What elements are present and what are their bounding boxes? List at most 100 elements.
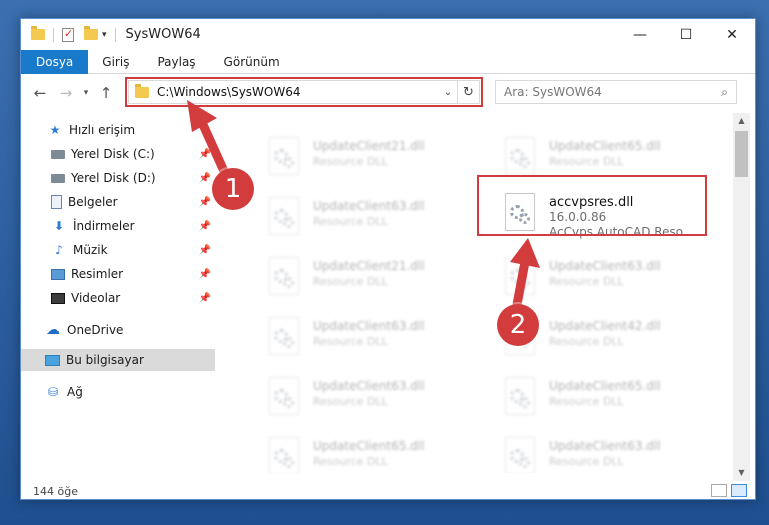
quick-access-separator	[53, 27, 54, 42]
dll-file-icon	[265, 375, 305, 419]
sidebar-item-label: Belgeler	[68, 195, 118, 209]
file-name: UpdateClient63.dll	[549, 439, 661, 453]
file-meta: UpdateClient21.dll Resource DLL	[313, 255, 425, 289]
address-bar-highlight	[125, 77, 483, 107]
file-list: UpdateClient21.dll Resource DLL UpdateClie…	[217, 113, 733, 473]
pin-icon: 📌	[198, 220, 211, 232]
sidebar-item-label: Yerel Disk (C:)	[71, 147, 155, 161]
drive-icon	[51, 149, 65, 159]
file-item[interactable]: UpdateClient63.dll Resource DLL	[265, 195, 465, 247]
file-item[interactable]: UpdateClient63.dll Resource DLL	[265, 375, 465, 427]
file-name: UpdateClient63.dll	[313, 319, 425, 333]
downloads-icon: ⬇	[53, 219, 65, 233]
file-item[interactable]: UpdateClient65.dll Resource DLL	[265, 435, 465, 473]
file-item[interactable]: UpdateClient63.dll Resource DLL	[501, 255, 701, 307]
tab-view[interactable]: Görünüm	[210, 50, 294, 74]
file-item[interactable]: UpdateClient21.dll Resource DLL	[265, 255, 465, 307]
drive-icon	[51, 173, 65, 183]
item-count: 144 öğe	[33, 484, 78, 498]
file-meta: UpdateClient65.dll Resource DLL	[549, 375, 661, 409]
sidebar-item-label: Resimler	[71, 267, 124, 281]
sidebar-item-onedrive[interactable]: ☁ OneDrive	[21, 319, 215, 341]
sidebar-item-this-pc[interactable]: Bu bilgisayar	[21, 349, 215, 371]
new-folder-icon[interactable]	[84, 26, 98, 40]
title-bar: ▾ SysWOW64 — ☐ ✕	[21, 19, 755, 50]
sidebar-item-documents[interactable]: Belgeler 📌	[21, 191, 215, 213]
pin-icon: 📌	[198, 268, 211, 280]
pin-icon: 📌	[198, 292, 211, 304]
properties-check-icon[interactable]	[62, 27, 74, 42]
file-item[interactable]: UpdateClient65.dll Resource DLL	[501, 375, 701, 427]
onedrive-cloud-icon: ☁	[46, 322, 60, 338]
sidebar-item-label: Yerel Disk (D:)	[71, 171, 156, 185]
back-arrow-icon[interactable]: ←	[27, 84, 53, 102]
music-icon: ♪	[55, 243, 63, 257]
file-type: Resource DLL	[313, 155, 388, 168]
sidebar-item-pictures[interactable]: Resimler 📌	[21, 263, 215, 285]
vertical-scrollbar[interactable]: ▲ ▼	[733, 113, 750, 481]
file-meta: UpdateClient63.dll Resource DLL	[313, 315, 425, 349]
scroll-thumb[interactable]	[735, 131, 748, 177]
file-name: UpdateClient21.dll	[313, 139, 425, 153]
sidebar-item-label: Videolar	[71, 291, 121, 305]
details-view-icon[interactable]	[711, 484, 727, 497]
file-meta: UpdateClient63.dll Resource DLL	[549, 435, 661, 469]
maximize-button[interactable]: ☐	[663, 19, 709, 50]
sidebar-item-downloads[interactable]: ⬇ İndirmeler 📌	[21, 215, 215, 237]
dll-file-icon	[501, 435, 541, 473]
window-controls: — ☐ ✕	[617, 19, 755, 50]
sidebar-item-label: Bu bilgisayar	[66, 353, 144, 367]
view-switcher	[711, 484, 747, 497]
file-name: UpdateClient63.dll	[549, 259, 661, 273]
file-type: Resource DLL	[549, 155, 624, 168]
videos-icon	[51, 292, 65, 304]
step-2-badge: 2	[497, 304, 539, 346]
large-icons-view-icon[interactable]	[731, 484, 747, 497]
sidebar-item-quick-access[interactable]: ★ Hızlı erişim	[21, 119, 215, 141]
navigation-bar: ← → ▾ ↑ C:\Windows\SysWOW64 ⌄ ↻ Ara: Sys…	[21, 75, 755, 110]
file-type: Resource DLL	[313, 395, 388, 408]
scroll-up-icon[interactable]: ▲	[733, 113, 750, 129]
navigation-pane: ★ Hızlı erişim Yerel Disk (C:) 📌 Yerel D…	[21, 113, 215, 473]
search-box[interactable]: Ara: SysWOW64 ⌕	[495, 80, 737, 104]
recent-locations-chevron-icon[interactable]: ▾	[79, 88, 93, 98]
sidebar-item-music[interactable]: ♪ Müzik 📌	[21, 239, 215, 261]
sidebar-item-videos[interactable]: Videolar 📌	[21, 287, 215, 309]
sidebar-item-local-disk-d[interactable]: Yerel Disk (D:) 📌	[21, 167, 215, 189]
minimize-button[interactable]: —	[617, 19, 663, 50]
tab-share[interactable]: Paylaş	[143, 50, 209, 74]
search-icon[interactable]: ⌕	[721, 85, 728, 100]
up-arrow-icon[interactable]: ↑	[93, 84, 119, 102]
tab-home[interactable]: Giriş	[88, 50, 143, 74]
file-meta: UpdateClient63.dll Resource DLL	[549, 255, 661, 289]
ribbon-tabs: Dosya Giriş Paylaş Görünüm	[21, 50, 755, 74]
dll-file-icon	[265, 435, 305, 473]
status-bar: 144 öğe	[21, 481, 755, 499]
documents-icon	[51, 195, 62, 209]
scroll-down-icon[interactable]: ▼	[733, 465, 750, 481]
close-button[interactable]: ✕	[709, 19, 755, 50]
quick-access-star-icon: ★	[49, 123, 61, 137]
sidebar-item-network[interactable]: ⛁ Ağ	[21, 381, 215, 403]
file-item[interactable]: UpdateClient63.dll Resource DLL	[501, 435, 701, 473]
search-placeholder: Ara: SysWOW64	[504, 85, 602, 99]
dll-file-icon	[265, 195, 305, 239]
file-meta: UpdateClient65.dll Resource DLL	[313, 435, 425, 469]
quick-access-dropdown-icon[interactable]: ▾	[102, 30, 107, 40]
file-name: UpdateClient65.dll	[549, 139, 661, 153]
pin-icon: 📌	[198, 148, 211, 160]
file-explorer-window: ▾ SysWOW64 — ☐ ✕ Dosya Giriş Paylaş Görü…	[20, 18, 756, 500]
forward-arrow-icon[interactable]: →	[53, 84, 79, 102]
file-type: Resource DLL	[313, 335, 388, 348]
sidebar-item-local-disk-c[interactable]: Yerel Disk (C:) 📌	[21, 143, 215, 165]
file-item[interactable]: UpdateClient21.dll Resource DLL	[265, 135, 465, 187]
file-item[interactable]: UpdateClient63.dll Resource DLL	[265, 315, 465, 367]
file-type: Resource DLL	[313, 215, 388, 228]
file-name: UpdateClient65.dll	[313, 439, 425, 453]
file-name: UpdateClient21.dll	[313, 259, 425, 273]
target-file-highlight	[477, 175, 707, 236]
pin-icon: 📌	[198, 172, 211, 184]
file-type: Resource DLL	[549, 455, 624, 468]
tab-file[interactable]: Dosya	[21, 50, 89, 74]
file-meta: UpdateClient63.dll Resource DLL	[313, 375, 425, 409]
